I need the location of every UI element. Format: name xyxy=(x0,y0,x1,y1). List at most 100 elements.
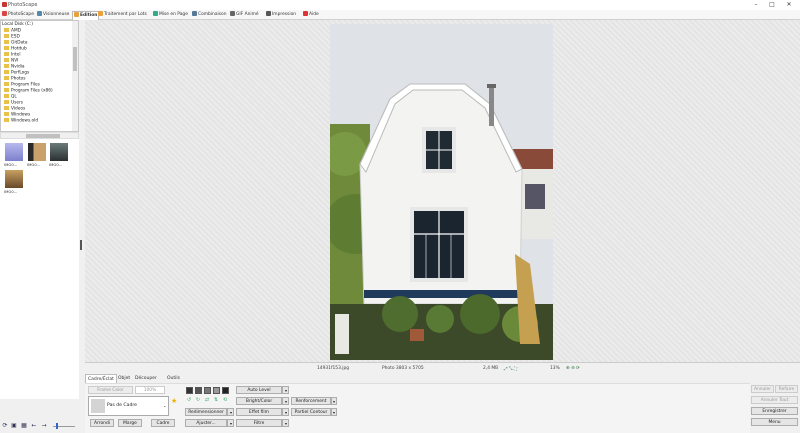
save-button[interactable]: Enregistrer xyxy=(751,407,798,415)
undo-all-button[interactable]: Annuler Tout xyxy=(751,396,798,404)
maximize-icon[interactable]: □ xyxy=(768,1,776,8)
slider-handle[interactable] xyxy=(56,423,58,429)
frame-select[interactable]: Pas de Cadre ⌄ xyxy=(88,396,169,416)
thumbnail-image xyxy=(5,143,23,161)
zoom-tools-icon[interactable]: ⊕ ⊖ ⟳ xyxy=(566,366,580,371)
frame-percent[interactable]: 100% xyxy=(135,386,165,394)
filter-dropdown[interactable]: ▾ xyxy=(282,419,289,427)
thumbnail[interactable]: IMG0... xyxy=(27,143,47,168)
square-icon[interactable] xyxy=(222,387,229,394)
tree-item-label: Photos xyxy=(11,76,26,82)
history-buttons: Annuler Refaire Annuler Tout Enregistrer… xyxy=(750,383,800,433)
tab-photoscape[interactable]: PhotoScape xyxy=(1,11,35,19)
tree-scroll-thumb[interactable] xyxy=(73,47,77,71)
tree-horizontal-scrollbar[interactable] xyxy=(0,132,79,139)
folder-icon[interactable]: ▣ xyxy=(11,423,17,429)
adjust-button[interactable]: Ajuster... xyxy=(185,419,227,427)
menu-button[interactable]: Menu xyxy=(751,418,798,426)
square-icon[interactable] xyxy=(213,387,220,394)
undo-button[interactable]: Annuler xyxy=(751,385,774,393)
image-icon[interactable]: ▦ xyxy=(21,423,27,429)
thumbnail[interactable]: IMG0... xyxy=(4,170,24,195)
tree-item-label: ESD xyxy=(11,34,20,40)
minimize-icon[interactable]: – xyxy=(752,1,760,8)
tab-print[interactable]: Impression xyxy=(265,11,297,19)
tab-combine[interactable]: Combinaison xyxy=(191,11,228,19)
tree-item-label: QL xyxy=(11,94,17,100)
refresh-icon[interactable]: ⟲ xyxy=(222,397,228,403)
folder-icon xyxy=(4,76,9,80)
folder-icon xyxy=(4,34,9,38)
resize-label: Redimensionner xyxy=(188,410,224,415)
round-button[interactable]: Arrondi xyxy=(90,419,114,427)
flip-icon[interactable]: ⇄ xyxy=(204,397,210,403)
auto-level-button[interactable]: Auto Level xyxy=(236,386,282,394)
resize-button[interactable]: Redimensionner xyxy=(185,408,227,416)
batch-icon xyxy=(98,11,103,16)
adjust-dropdown[interactable]: ▾ xyxy=(227,419,234,427)
print-icon xyxy=(266,11,271,16)
tab-viewer[interactable]: Visionneuse xyxy=(36,11,70,19)
thumbnail[interactable]: IMG0... xyxy=(49,143,69,168)
thumbnail[interactable]: IMG0... xyxy=(4,143,24,168)
frame-button[interactable]: Cadre xyxy=(151,419,175,427)
tab-tools[interactable]: Outils xyxy=(165,374,182,383)
tab-help[interactable]: Aide xyxy=(302,11,320,19)
bright-dropdown[interactable]: ▾ xyxy=(282,397,289,405)
chevron-down-icon: ▾ xyxy=(284,421,287,426)
tree-scrollbar[interactable] xyxy=(72,21,78,131)
back-icon[interactable]: ← xyxy=(31,423,37,429)
tree-item-label: Users xyxy=(11,100,24,106)
tree-item-label: Hotdub xyxy=(11,46,27,52)
sharpen-dropdown[interactable]: ▾ xyxy=(331,397,337,405)
tab-object[interactable]: Objet xyxy=(116,374,132,383)
tab-crop[interactable]: Découper xyxy=(133,374,159,383)
chevron-down-icon: ▾ xyxy=(229,410,232,415)
star-icon[interactable]: ★ xyxy=(171,397,177,405)
tab-label: Edition xyxy=(80,13,98,18)
resize-dropdown[interactable]: ▾ xyxy=(227,408,234,416)
tab-gif[interactable]: GIF Animé xyxy=(229,11,260,19)
square-icon[interactable] xyxy=(204,387,211,394)
tree-item-label: GitData xyxy=(11,40,28,46)
rotate-right-icon[interactable]: ↻ xyxy=(195,397,201,403)
square-icon[interactable] xyxy=(195,387,202,394)
refresh-icon[interactable]: ⟳ xyxy=(2,423,8,429)
film-effect-button[interactable]: Effet film xyxy=(236,408,282,416)
tree-item-label: Windows xyxy=(11,112,31,118)
frame-color-button[interactable]: Frame Color xyxy=(88,386,133,394)
redo-button[interactable]: Refaire xyxy=(775,385,798,393)
square-icon[interactable] xyxy=(186,387,193,394)
chevron-down-icon: ▾ xyxy=(332,399,335,404)
sharpen-button[interactable]: Renforcement xyxy=(291,397,331,405)
folder-icon xyxy=(4,58,9,62)
chevron-down-icon: ▾ xyxy=(284,388,287,393)
thumbnail-caption: IMG0... xyxy=(27,162,41,167)
auto-level-dropdown[interactable]: ▾ xyxy=(282,386,289,394)
scroll-thumb[interactable] xyxy=(26,134,60,138)
flip-vertical-icon[interactable]: ⇅ xyxy=(213,397,219,403)
edited-photo[interactable] xyxy=(323,24,553,360)
forward-icon[interactable]: → xyxy=(41,423,47,429)
tree-item[interactable]: Windows.old xyxy=(4,118,38,124)
film-dropdown[interactable]: ▾ xyxy=(282,408,289,416)
tree-root-label: Local Disk (C:) xyxy=(2,22,33,27)
splitter-grip[interactable] xyxy=(80,240,82,250)
close-icon[interactable]: ✕ xyxy=(785,1,793,8)
margin-button[interactable]: Marge xyxy=(118,419,142,427)
folder-tree[interactable]: Local Disk (C:) AMD ESD GitData Hotdub I… xyxy=(0,20,79,132)
filter-button[interactable]: Filtre xyxy=(236,419,282,427)
tab-editor[interactable]: Edition xyxy=(72,11,100,20)
tab-page[interactable]: Mise en Page xyxy=(152,11,189,19)
chevron-down-icon: ▾ xyxy=(332,410,335,415)
bright-color-button[interactable]: Bright/Color xyxy=(236,397,282,405)
tab-batch[interactable]: Traitement par Lots xyxy=(97,11,148,19)
chevron-down-icon: ▾ xyxy=(284,399,287,404)
view-tools-icon[interactable]: ⤢ ⤡ ⛶ xyxy=(504,366,517,372)
tree-item-label: Windows.old xyxy=(11,118,39,124)
folder-icon xyxy=(4,70,9,74)
partial-button[interactable]: Partiel Contour xyxy=(291,408,331,416)
rotate-left-icon[interactable]: ↺ xyxy=(186,397,192,403)
partial-dropdown[interactable]: ▾ xyxy=(331,408,337,416)
tab-label: Mise en Page xyxy=(159,12,188,17)
